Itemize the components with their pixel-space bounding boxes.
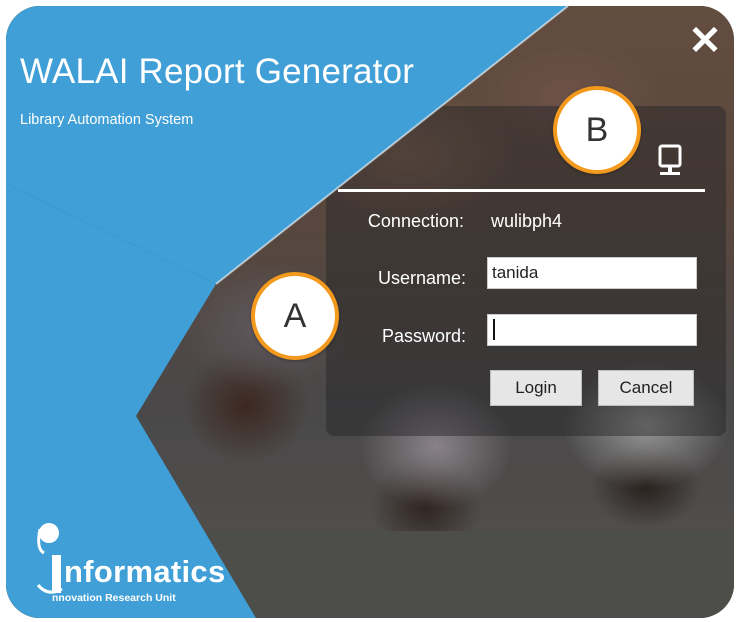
server-icon[interactable] bbox=[656, 144, 684, 180]
logo-text: nformatics bbox=[64, 554, 226, 589]
text-caret bbox=[493, 319, 495, 340]
callout-b: B bbox=[553, 86, 641, 174]
app-subtitle: Library Automation System bbox=[20, 112, 194, 128]
app-title: WALAI Report Generator bbox=[20, 52, 415, 91]
username-field[interactable] bbox=[487, 257, 697, 289]
connection-value: wulibph4 bbox=[491, 211, 563, 231]
password-field[interactable] bbox=[487, 314, 697, 346]
login-button[interactable]: Login bbox=[490, 370, 582, 406]
cancel-button[interactable]: Cancel bbox=[598, 370, 694, 406]
login-window: WALAI Report Generator Library Automatio… bbox=[6, 6, 734, 618]
username-label: Username: bbox=[377, 268, 466, 288]
logo-subtext: nnovation Research Unit bbox=[52, 592, 176, 604]
informatics-logo-icon bbox=[36, 523, 63, 594]
close-icon[interactable]: ✕ bbox=[686, 21, 724, 61]
connection-label: Connection: bbox=[367, 211, 464, 231]
panel-divider bbox=[338, 189, 705, 192]
callout-a: A bbox=[251, 272, 339, 360]
password-label: Password: bbox=[381, 326, 466, 346]
